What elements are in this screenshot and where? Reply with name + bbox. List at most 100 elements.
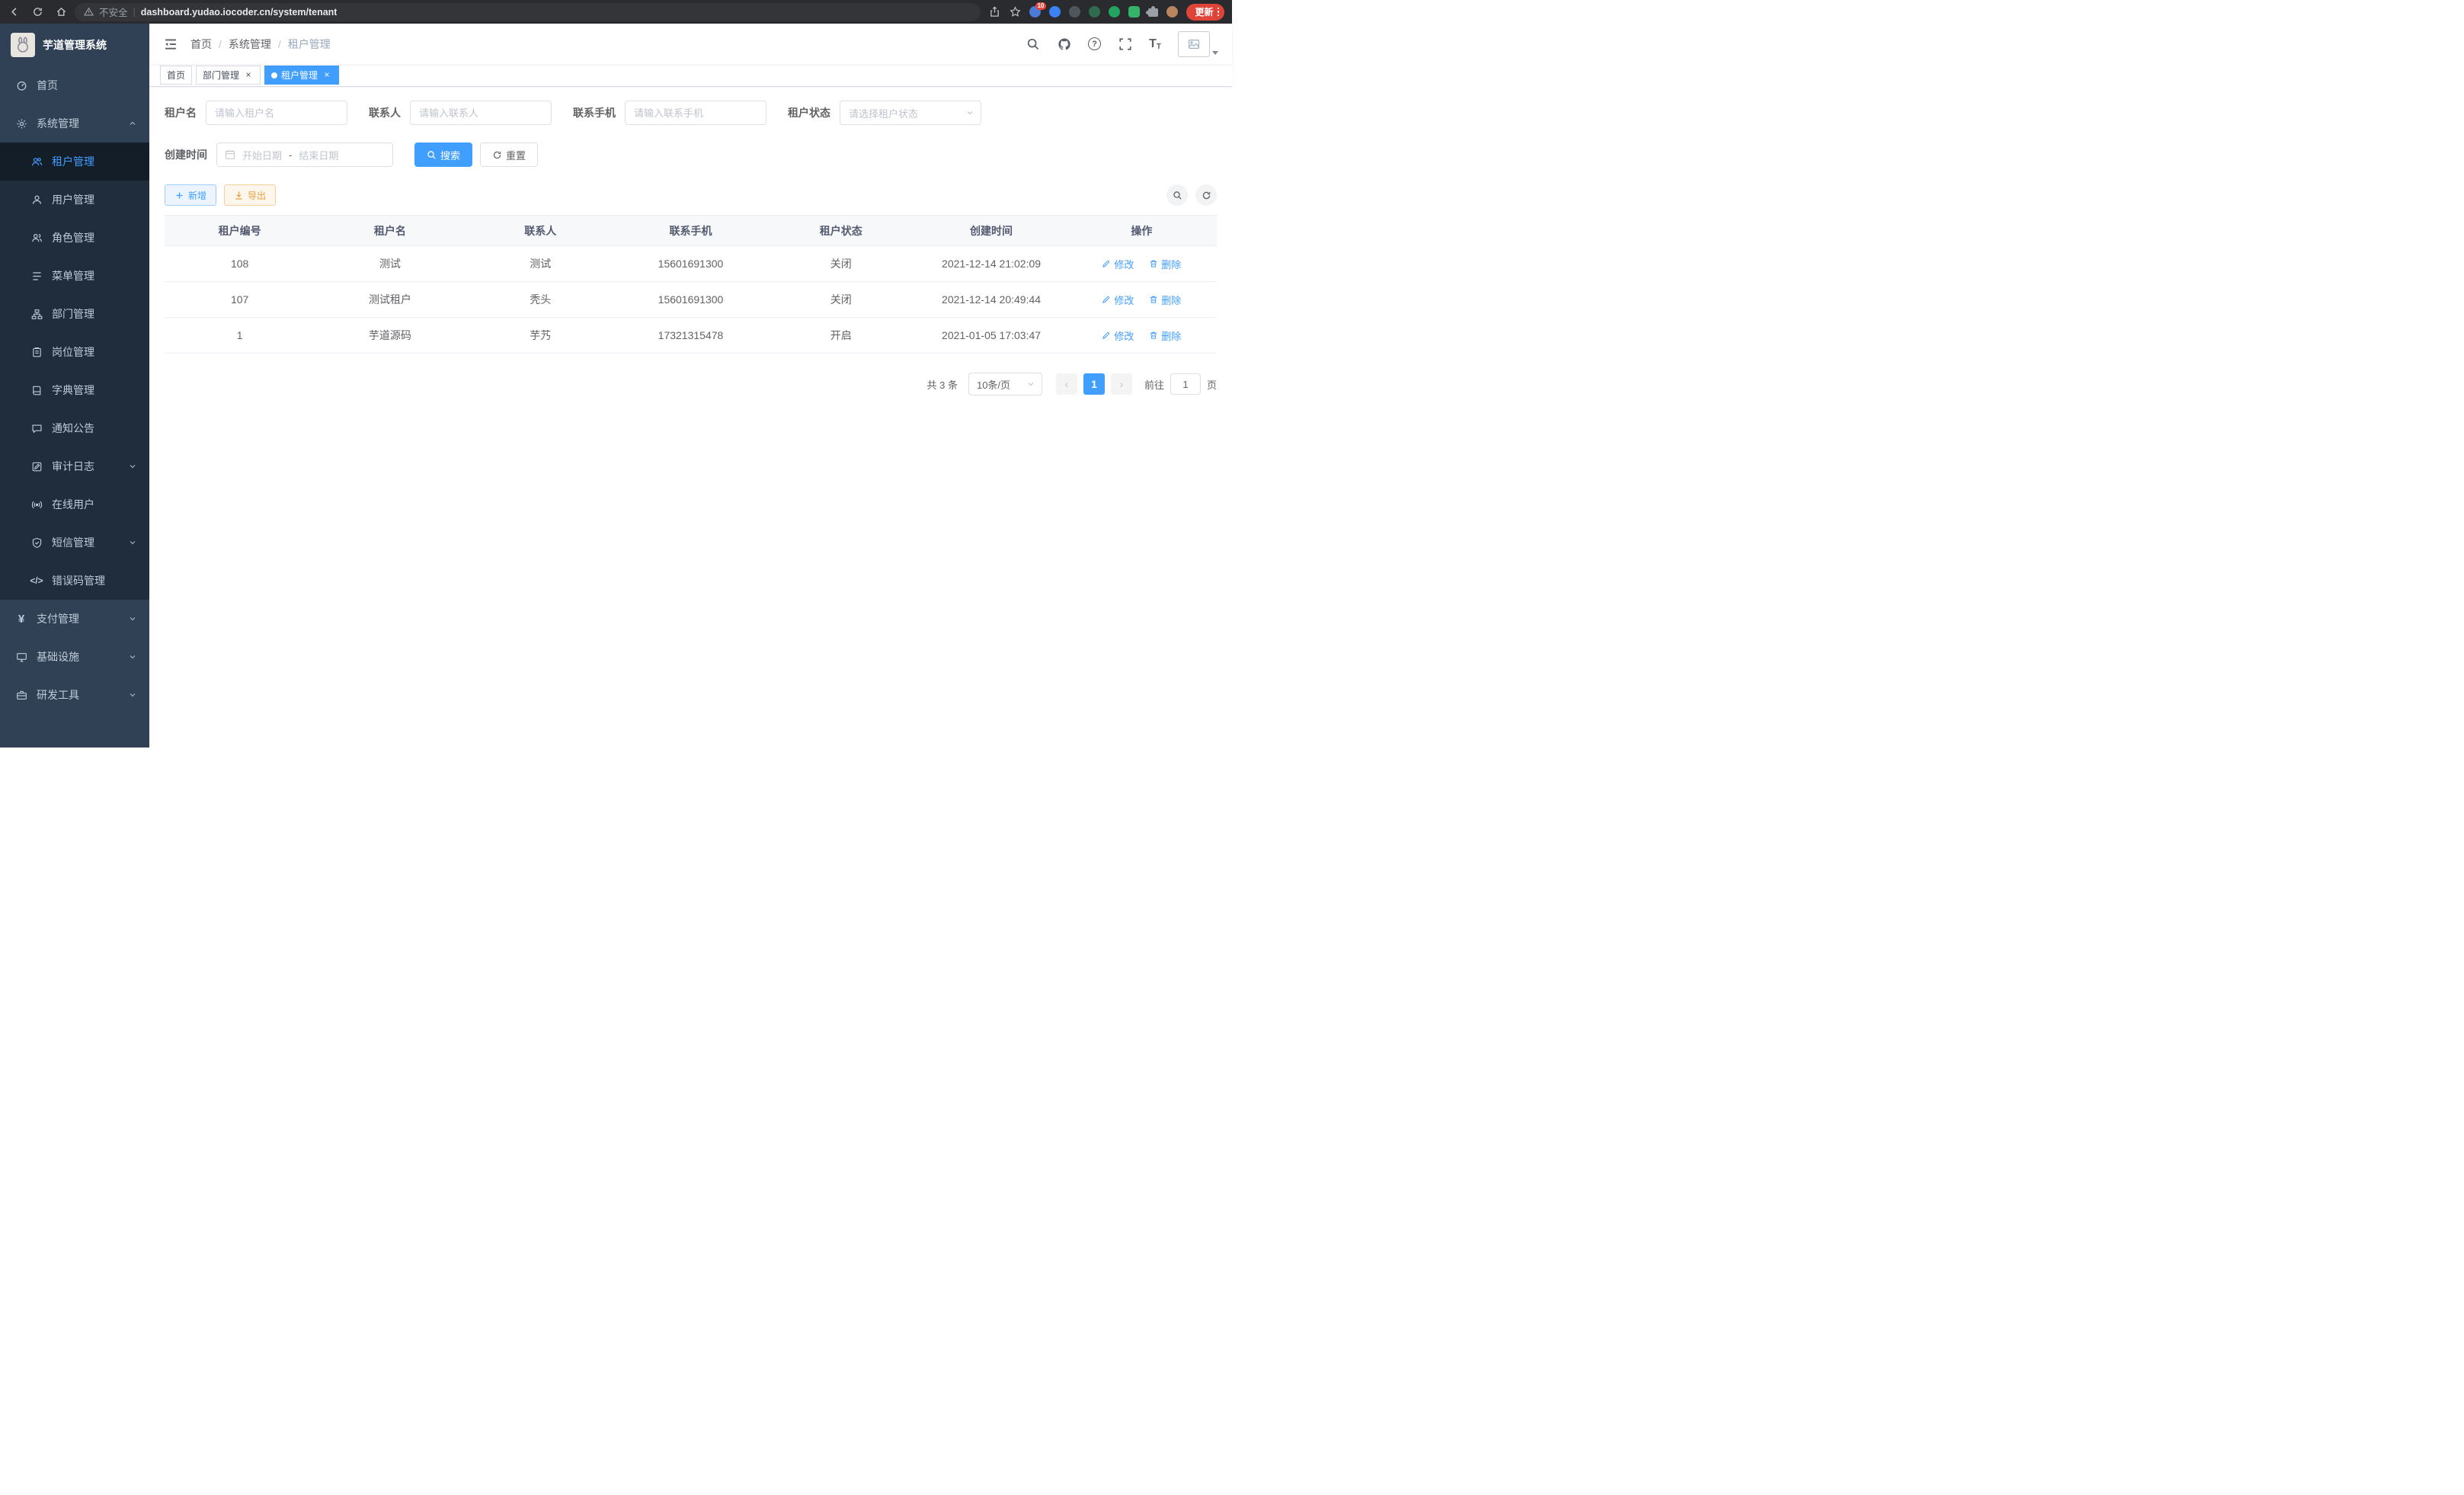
delete-link[interactable]: 删除 bbox=[1149, 293, 1181, 307]
sidebar-item-audit-log[interactable]: 审计日志 bbox=[0, 447, 149, 485]
reload-icon[interactable] bbox=[31, 6, 43, 18]
edit-link[interactable]: 修改 bbox=[1102, 328, 1134, 343]
tab-tenant-mgmt[interactable]: 租户管理 × bbox=[264, 66, 339, 85]
sidebar-item-home[interactable]: 首页 bbox=[0, 66, 149, 104]
search-icon[interactable] bbox=[1026, 37, 1040, 51]
refresh-table-button[interactable] bbox=[1195, 184, 1217, 206]
column-header: 租户编号 bbox=[165, 216, 315, 246]
sidebar-item-system-mgmt[interactable]: 系统管理 bbox=[0, 104, 149, 142]
extension-icon[interactable]: 10 bbox=[1029, 6, 1041, 18]
extension-icon[interactable] bbox=[1109, 6, 1120, 18]
reset-button[interactable]: 重置 bbox=[480, 142, 538, 167]
tab-home[interactable]: 首页 bbox=[160, 66, 192, 85]
sidebar-item-payment-mgmt[interactable]: ¥ 支付管理 bbox=[0, 600, 149, 638]
extension-icon[interactable] bbox=[1128, 6, 1140, 18]
page-1-button[interactable]: 1 bbox=[1083, 373, 1105, 395]
column-header: 创建时间 bbox=[916, 216, 1066, 246]
pagination: 共 3 条 10条/页 ‹ 1 › 前往 页 bbox=[165, 373, 1217, 395]
sidebar-item-label: 首页 bbox=[37, 78, 58, 93]
tenant-users-icon bbox=[30, 155, 43, 168]
monitor-icon bbox=[15, 651, 27, 663]
profile-avatar-icon[interactable] bbox=[1166, 6, 1178, 18]
sidebar-item-user-mgmt[interactable]: 用户管理 bbox=[0, 181, 149, 219]
chevron-down-icon bbox=[128, 690, 137, 699]
app-title: 芋道管理系统 bbox=[43, 37, 107, 53]
sidebar-item-notice[interactable]: 通知公告 bbox=[0, 409, 149, 447]
search-icon bbox=[427, 150, 437, 160]
cell-phone: 15601691300 bbox=[616, 282, 766, 318]
search-icon bbox=[1173, 190, 1182, 200]
user-avatar[interactable] bbox=[1178, 31, 1218, 57]
address-divider: | bbox=[133, 7, 136, 18]
gear-icon bbox=[15, 117, 27, 130]
sidebar-item-post-mgmt[interactable]: 岗位管理 bbox=[0, 333, 149, 371]
fullscreen-icon[interactable] bbox=[1118, 37, 1132, 51]
sidebar-item-dict-mgmt[interactable]: 字典管理 bbox=[0, 371, 149, 409]
github-icon[interactable] bbox=[1057, 37, 1071, 51]
sidebar-item-label: 短信管理 bbox=[52, 535, 94, 550]
extension-icon[interactable] bbox=[1089, 6, 1100, 18]
tab-label: 部门管理 bbox=[203, 69, 239, 82]
contact-input[interactable] bbox=[410, 101, 552, 125]
page-content: 租户名 联系人 联系手机 租户状态 请选择租户状态 bbox=[149, 87, 1232, 748]
browser-update-button[interactable]: 更新 bbox=[1186, 4, 1224, 21]
sidebar-item-error-code-mgmt[interactable]: </> 错误码管理 bbox=[0, 562, 149, 600]
edit-link[interactable]: 修改 bbox=[1102, 293, 1134, 307]
edit-link[interactable]: 修改 bbox=[1102, 257, 1134, 271]
cell-tenant-id: 1 bbox=[165, 318, 315, 354]
help-icon[interactable]: ? bbox=[1088, 37, 1101, 50]
export-button[interactable]: 导出 bbox=[224, 184, 276, 206]
sidebar-item-label: 基础设施 bbox=[37, 649, 79, 664]
breadcrumb-item-home[interactable]: 首页 bbox=[190, 37, 212, 52]
phone-input[interactable] bbox=[625, 101, 766, 125]
search-button[interactable]: 搜索 bbox=[414, 142, 472, 167]
close-icon[interactable]: × bbox=[322, 70, 332, 81]
table-row: 107 测试租户 秃头 15601691300 关闭 2021-12-14 20… bbox=[165, 282, 1217, 318]
sidebar-item-sms-mgmt[interactable]: 短信管理 bbox=[0, 523, 149, 562]
font-size-icon[interactable]: TT bbox=[1149, 37, 1161, 51]
breadcrumb-separator: / bbox=[278, 38, 281, 50]
extension-icon[interactable] bbox=[1049, 6, 1061, 18]
prev-page-button[interactable]: ‹ bbox=[1056, 373, 1077, 395]
sidebar-item-tenant-mgmt[interactable]: 租户管理 bbox=[0, 142, 149, 181]
main-area: 首页 / 系统管理 / 租户管理 ? TT bbox=[149, 24, 1232, 748]
tenant-name-input[interactable] bbox=[206, 101, 347, 125]
browser-actions: 10 更新 bbox=[988, 4, 1224, 21]
extension-icon[interactable] bbox=[1069, 6, 1080, 18]
browser-chrome: 不安全 | dashboard.yudao.iocoder.cn/system/… bbox=[0, 0, 1232, 24]
sidebar-toggle-icon[interactable] bbox=[163, 37, 178, 52]
sidebar-item-dept-mgmt[interactable]: 部门管理 bbox=[0, 295, 149, 333]
sidebar-item-infrastructure[interactable]: 基础设施 bbox=[0, 638, 149, 676]
bookmark-star-icon[interactable] bbox=[1009, 6, 1021, 18]
extensions-puzzle-icon[interactable] bbox=[1148, 8, 1158, 17]
sidebar-item-menu-mgmt[interactable]: 菜单管理 bbox=[0, 257, 149, 295]
home-icon[interactable] bbox=[55, 6, 67, 18]
next-page-button[interactable]: › bbox=[1111, 373, 1132, 395]
reset-button-label: 重置 bbox=[506, 148, 526, 162]
delete-link[interactable]: 删除 bbox=[1149, 257, 1181, 271]
share-icon[interactable] bbox=[988, 6, 1000, 18]
logo-image bbox=[11, 33, 35, 57]
table-header-row: 租户编号 租户名 联系人 联系手机 租户状态 创建时间 操作 bbox=[165, 216, 1217, 246]
sidebar-item-label: 在线用户 bbox=[52, 497, 94, 512]
sidebar-item-online-users[interactable]: 在线用户 bbox=[0, 485, 149, 523]
sidebar-item-dev-tools[interactable]: 研发工具 bbox=[0, 676, 149, 714]
date-range-picker[interactable]: 开始日期 - 结束日期 bbox=[216, 142, 393, 167]
breadcrumb-item-system[interactable]: 系统管理 bbox=[229, 37, 271, 52]
back-icon[interactable] bbox=[8, 6, 20, 18]
address-bar[interactable]: 不安全 | dashboard.yudao.iocoder.cn/system/… bbox=[75, 3, 981, 21]
page-size-select[interactable]: 10条/页 bbox=[968, 373, 1042, 395]
delete-link[interactable]: 删除 bbox=[1149, 328, 1181, 343]
refresh-icon bbox=[1202, 190, 1211, 200]
add-button[interactable]: 新增 bbox=[165, 184, 216, 206]
active-dot bbox=[271, 72, 277, 78]
app-logo[interactable]: 芋道管理系统 bbox=[0, 24, 149, 66]
goto-page-input[interactable] bbox=[1170, 373, 1201, 395]
sidebar-item-role-mgmt[interactable]: 角色管理 bbox=[0, 219, 149, 257]
toggle-search-button[interactable] bbox=[1166, 184, 1188, 206]
date-start-placeholder: 开始日期 bbox=[242, 148, 282, 162]
status-select[interactable]: 请选择租户状态 bbox=[840, 101, 981, 125]
tab-dept-mgmt[interactable]: 部门管理 × bbox=[196, 66, 261, 85]
close-icon[interactable]: × bbox=[243, 70, 254, 81]
url-text: dashboard.yudao.iocoder.cn/system/tenant bbox=[141, 7, 338, 18]
